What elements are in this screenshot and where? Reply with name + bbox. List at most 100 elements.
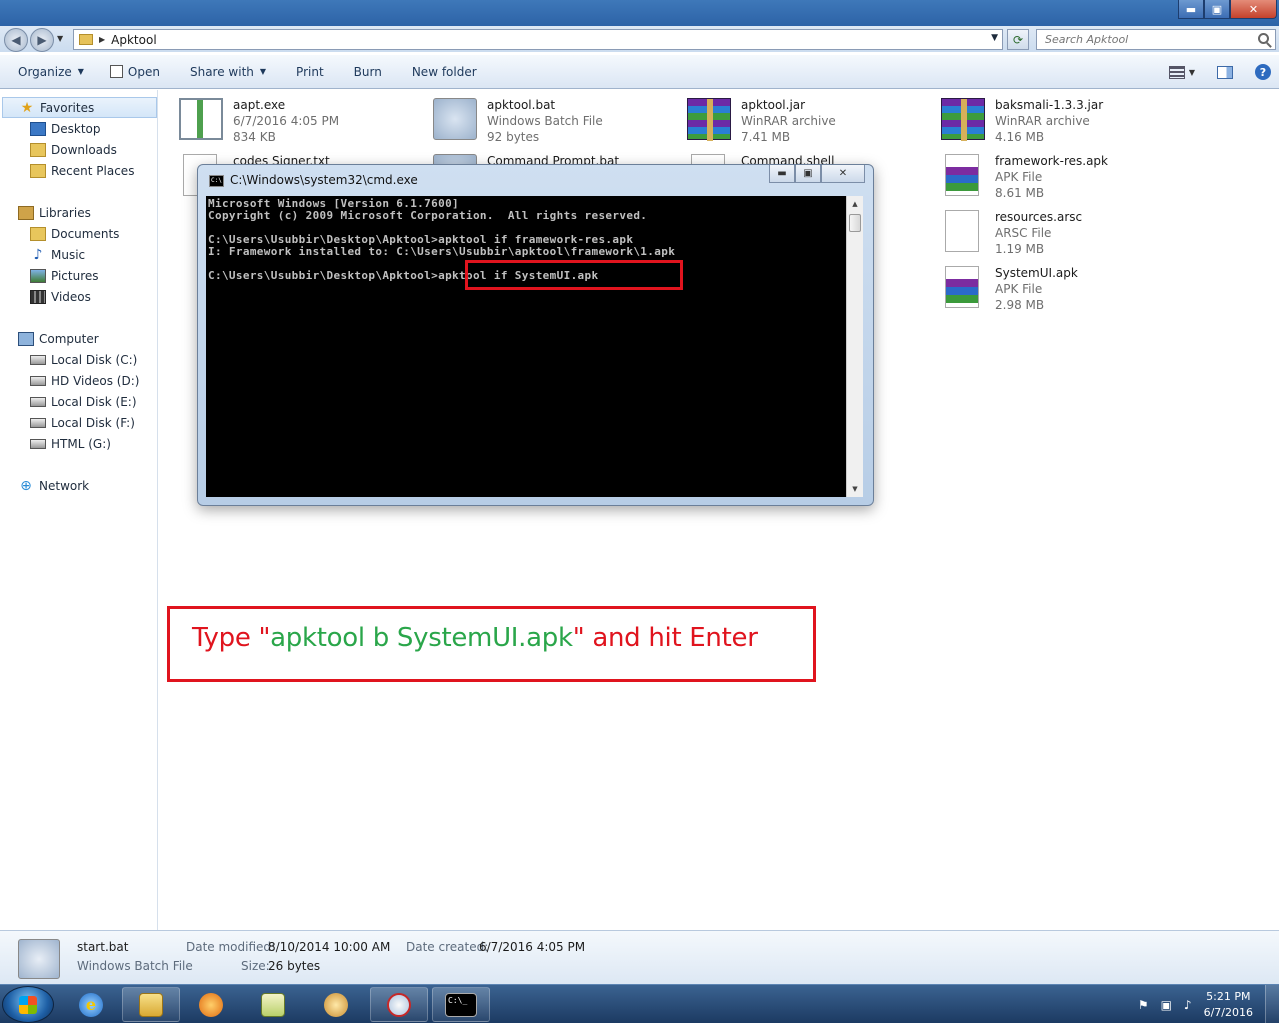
change-view-icon[interactable] xyxy=(1168,65,1185,79)
scroll-down-icon[interactable]: ▼ xyxy=(847,481,863,497)
file-apktool-jar[interactable]: apktool.jar WinRAR archive 7.41 MB xyxy=(683,92,923,144)
address-row: ◀ ▶ ▼ ▶ Apktool ▼ ⟳ xyxy=(0,26,1279,52)
documents-icon xyxy=(30,226,46,241)
pictures-label: Pictures xyxy=(51,268,99,283)
winrar-archive-icon xyxy=(941,98,985,141)
scroll-thumb[interactable] xyxy=(849,214,861,232)
recent-pages-dropdown[interactable]: ▼ xyxy=(57,34,63,43)
sidebar-item-drive-d[interactable]: HD Videos (D:) xyxy=(30,370,139,391)
caret-down-icon[interactable]: ▼ xyxy=(1189,68,1195,77)
preview-pane-icon[interactable] xyxy=(1217,65,1233,79)
sidebar-item-documents[interactable]: Documents xyxy=(30,223,119,244)
taskbar-command-prompt[interactable]: C:\_ xyxy=(432,987,490,1022)
back-button[interactable]: ◀ xyxy=(4,28,28,52)
taskbar-paint[interactable] xyxy=(307,987,365,1022)
volume-icon[interactable]: ♪ xyxy=(1184,998,1192,1012)
file-name: resources.arsc xyxy=(995,210,1083,224)
cmd-maximize-button[interactable]: ▣ xyxy=(795,165,821,183)
videos-label: Videos xyxy=(51,289,91,304)
start-button[interactable] xyxy=(2,986,54,1023)
file-framework-res-apk[interactable]: framework-res.apk APK File 8.61 MB xyxy=(937,148,1177,200)
caret-down-icon: ▼ xyxy=(77,67,84,76)
new-folder-button[interactable]: New folder xyxy=(392,55,487,88)
scroll-up-icon[interactable]: ▲ xyxy=(847,196,863,212)
sidebar-item-drive-c[interactable]: Local Disk (C:) xyxy=(30,349,137,370)
console-line: Copyright (c) 2009 Microsoft Corporation… xyxy=(208,209,648,222)
paint-palette-icon xyxy=(324,992,348,1017)
print-button[interactable]: Print xyxy=(276,55,334,88)
close-button[interactable]: ✕ xyxy=(1230,0,1277,19)
sidebar-item-pictures[interactable]: Pictures xyxy=(30,265,99,286)
window-controls: ▬ ▣ ✕ xyxy=(1178,0,1277,19)
desktop-icon xyxy=(30,121,46,136)
sidebar-item-drive-e[interactable]: Local Disk (E:) xyxy=(30,391,137,412)
chevron-right-icon[interactable]: ▶ xyxy=(99,35,105,44)
help-icon[interactable]: ? xyxy=(1255,64,1271,80)
taskbar-media-player[interactable] xyxy=(182,987,240,1022)
refresh-icon: ⟳ xyxy=(1012,32,1024,47)
sidebar-item-videos[interactable]: Videos xyxy=(30,286,91,307)
sidebar-item-recent-places[interactable]: Recent Places xyxy=(30,160,134,181)
sidebar-item-drive-f[interactable]: Local Disk (F:) xyxy=(30,412,135,433)
windows-logo-icon xyxy=(19,995,37,1014)
date-created-value: 6/7/2016 4:05 PM xyxy=(479,940,586,954)
file-apktool-bat[interactable]: apktool.bat Windows Batch File 92 bytes xyxy=(429,92,669,144)
action-center-flag-icon[interactable]: ⚑ xyxy=(1138,998,1149,1012)
search-icon[interactable] xyxy=(1258,33,1269,44)
hard-drive-icon xyxy=(30,375,46,386)
address-bar[interactable]: ▶ Apktool ▼ xyxy=(73,29,1003,50)
taskbar-internet-explorer[interactable]: e xyxy=(62,987,120,1022)
sidebar-item-desktop[interactable]: Desktop xyxy=(30,118,101,139)
date-modified-label: Date modified: xyxy=(186,940,276,954)
file-type: Windows Batch File xyxy=(487,114,603,128)
instruction-text: Type "apktool b SystemUI.apk" and hit En… xyxy=(192,623,758,653)
sidebar-item-network[interactable]: ⊕ Network xyxy=(18,475,89,496)
file-baksmali-jar[interactable]: baksmali-1.3.3.jar WinRAR archive 4.16 M… xyxy=(937,92,1177,144)
computer-icon xyxy=(18,331,34,346)
details-file-type: Windows Batch File xyxy=(77,959,193,973)
taskbar-windows-explorer[interactable] xyxy=(122,987,180,1022)
sidebar-item-libraries[interactable]: Libraries xyxy=(18,202,91,223)
refresh-button[interactable]: ⟳ xyxy=(1007,29,1029,50)
sidebar-item-favorites[interactable]: ★ Favorites xyxy=(2,97,157,118)
maximize-button[interactable]: ▣ xyxy=(1204,0,1230,19)
downloads-label: Downloads xyxy=(51,142,117,157)
console-scrollbar[interactable]: ▲ ▼ xyxy=(846,196,863,497)
favorites-label: Favorites xyxy=(40,100,95,115)
cmd-minimize-button[interactable]: ▬ xyxy=(769,165,795,183)
search-input[interactable] xyxy=(1037,30,1247,49)
organize-button[interactable]: Organize ▼ xyxy=(0,55,94,88)
burn-button[interactable]: Burn xyxy=(334,55,392,88)
file-size: 8.61 MB xyxy=(995,186,1045,200)
sidebar-item-computer[interactable]: Computer xyxy=(18,328,99,349)
open-button[interactable]: Open xyxy=(94,55,170,88)
open-icon xyxy=(109,65,123,78)
arrow-right-icon: ▶ xyxy=(37,33,47,47)
snipping-tool-icon xyxy=(387,992,411,1017)
share-with-button[interactable]: Share with ▼ xyxy=(170,55,276,88)
file-systemui-apk[interactable]: SystemUI.apk APK File 2.98 MB xyxy=(937,260,1177,312)
sidebar-item-drive-g[interactable]: HTML (G:) xyxy=(30,433,111,454)
windows-drive-icon xyxy=(30,354,46,365)
taskbar-clock[interactable]: 5:21 PM 6/7/2016 xyxy=(1204,989,1253,1021)
console-output[interactable]: Microsoft Windows [Version 6.1.7600] Cop… xyxy=(206,196,846,497)
cmd-window[interactable]: C:\ C:\Windows\system32\cmd.exe ▬ ▣ ✕ Mi… xyxy=(197,164,874,506)
sidebar-item-downloads[interactable]: Downloads xyxy=(30,139,117,160)
sidebar-item-music[interactable]: ♪ Music xyxy=(30,244,86,265)
minimize-button[interactable]: ▬ xyxy=(1178,0,1204,19)
show-desktop-button[interactable] xyxy=(1265,985,1279,1023)
taskbar-notepad-plus[interactable] xyxy=(244,987,302,1022)
internet-explorer-icon: e xyxy=(79,992,103,1017)
generic-file-icon xyxy=(945,210,979,252)
command-highlight-box xyxy=(465,260,683,290)
chevron-down-icon[interactable]: ▼ xyxy=(991,33,998,43)
cmd-close-button[interactable]: ✕ xyxy=(821,165,865,183)
forward-button[interactable]: ▶ xyxy=(30,28,54,52)
file-resources-arsc[interactable]: resources.arsc ARSC File 1.19 MB xyxy=(937,204,1177,256)
file-aapt-exe[interactable]: aapt.exe 6/7/2016 4:05 PM 834 KB xyxy=(175,92,415,144)
breadcrumb-apktool[interactable]: Apktool xyxy=(111,33,157,47)
console-line: I: Framework installed to: C:\Users\Usub… xyxy=(208,245,676,258)
taskbar-snipping-tool[interactable] xyxy=(370,987,428,1022)
hard-drive-icon xyxy=(30,417,46,428)
network-status-icon[interactable]: ▣ xyxy=(1161,998,1172,1012)
